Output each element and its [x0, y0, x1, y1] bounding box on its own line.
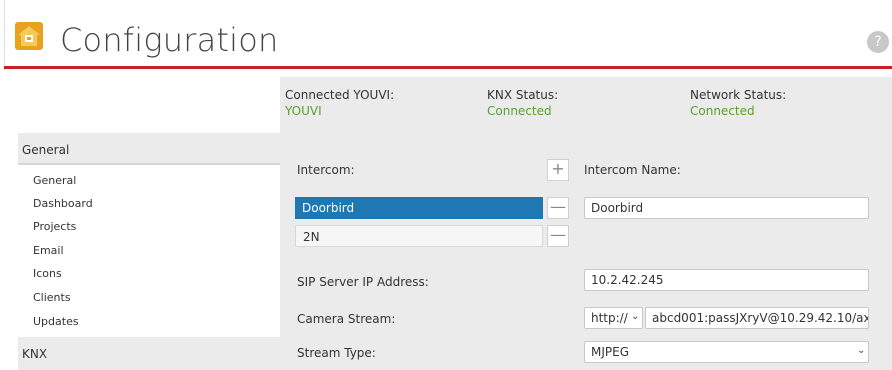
network-status-value: Connected	[690, 104, 755, 118]
sidebar-item-updates[interactable]: Updates	[33, 315, 79, 328]
sip-server-input[interactable]: 10.2.42.245	[584, 269, 869, 291]
intercom-label: Intercom:	[297, 163, 355, 177]
sidebar-item-email[interactable]: Email	[33, 244, 64, 257]
knx-status-value: Connected	[487, 104, 552, 118]
chevron-down-icon: ⌄	[631, 311, 640, 322]
intercom-name-label: Intercom Name:	[584, 163, 681, 177]
youvi-status-value: YOUVI	[285, 104, 322, 118]
stream-type-value: MJPEG	[591, 345, 630, 359]
sidebar-item-dashboard[interactable]: Dashboard	[33, 197, 93, 210]
sidebar-item-projects[interactable]: Projects	[33, 220, 76, 233]
page-title: Configuration	[60, 21, 279, 59]
sidebar-item-clients[interactable]: Clients	[33, 291, 71, 304]
intercom-list-item-2n[interactable]: 2N	[295, 225, 543, 247]
youvi-status-label: Connected YOUVI:	[285, 88, 395, 102]
sidebar-section-knx[interactable]: KNX	[22, 347, 47, 361]
knx-status-label: KNX Status:	[487, 88, 559, 102]
sip-server-label: SIP Server IP Address:	[297, 275, 429, 289]
intercom-list-item-doorbird[interactable]: Doorbird	[295, 197, 543, 219]
camera-stream-label: Camera Stream:	[297, 312, 396, 326]
sidebar-item-icons[interactable]: Icons	[33, 267, 62, 280]
house-chip-icon	[15, 22, 43, 50]
remove-intercom-button-2[interactable]: —	[547, 225, 569, 247]
header-accent-rule	[4, 66, 892, 69]
app-header: Configuration ?	[0, 0, 892, 66]
sidebar-list: General Dashboard Projects Email Icons C…	[18, 165, 280, 337]
remove-intercom-button[interactable]: —	[547, 197, 569, 219]
camera-protocol-value: http://	[591, 311, 628, 325]
camera-url-input[interactable]: abcd001:passJXryV@10.29.42.10/axis-cgi/	[645, 307, 869, 329]
status-spacer	[18, 77, 280, 133]
stream-type-select[interactable]: MJPEG	[584, 341, 869, 363]
sidebar-section-general[interactable]: General	[18, 141, 280, 165]
stream-type-label: Stream Type:	[297, 346, 376, 360]
add-intercom-button[interactable]: +	[547, 159, 569, 181]
help-icon[interactable]: ?	[867, 31, 889, 53]
intercom-name-input[interactable]: Doorbird	[584, 197, 869, 219]
chevron-down-icon: ⌄	[857, 345, 866, 356]
network-status-label: Network Status:	[690, 88, 787, 102]
sidebar-item-general[interactable]: General	[33, 174, 76, 187]
frame-border	[4, 0, 5, 70]
